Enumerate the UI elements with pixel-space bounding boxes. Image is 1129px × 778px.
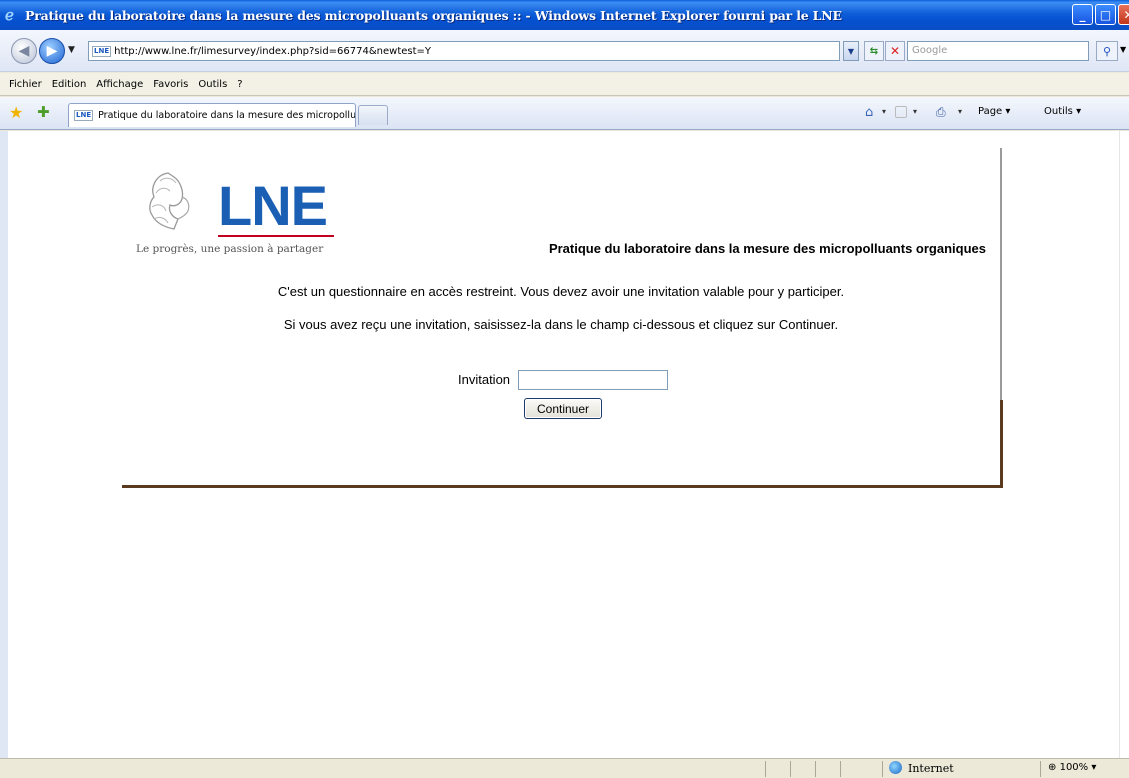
address-url[interactable]: http://www.lne.fr/limesurvey/index.php?s… bbox=[114, 46, 431, 57]
address-bar[interactable]: LNE http://www.lne.fr/limesurvey/index.p… bbox=[88, 41, 840, 61]
zoom-level[interactable]: ⊕ 100% ▾ bbox=[1048, 762, 1096, 773]
continue-button[interactable]: Continuer bbox=[524, 398, 602, 419]
print-dropdown-icon[interactable]: ▾ bbox=[958, 107, 962, 116]
window-titlebar: ℯ Pratique du laboratoire dans la mesure… bbox=[0, 0, 1129, 30]
menu-help[interactable]: ? bbox=[232, 79, 247, 90]
chevron-down-icon: ▼ bbox=[847, 46, 855, 56]
survey-title: Pratique du laboratoire dans la mesure d… bbox=[548, 241, 986, 256]
status-divider bbox=[765, 761, 766, 777]
marianne-profile-icon bbox=[149, 172, 190, 230]
logo-underline bbox=[218, 235, 334, 237]
search-button[interactable]: ⚲ bbox=[1096, 41, 1118, 61]
status-divider bbox=[790, 761, 791, 777]
feeds-icon[interactable] bbox=[895, 106, 907, 118]
zoom-icon: ⊕ bbox=[1048, 762, 1057, 773]
instructions-message: Si vous avez reçu une invitation, saisis… bbox=[283, 317, 839, 332]
logo-text: LNE bbox=[218, 174, 328, 237]
status-bar: Internet ⊕ 100% ▾ bbox=[0, 758, 1129, 778]
search-input[interactable]: Google bbox=[907, 41, 1089, 61]
maximize-button[interactable]: □ bbox=[1095, 4, 1116, 25]
internet-globe-icon bbox=[889, 761, 902, 774]
lne-logo: LNE Le progrès, une passion à partager bbox=[136, 163, 356, 263]
minimize-button[interactable]: _ bbox=[1072, 4, 1093, 25]
stop-button[interactable]: ✕ bbox=[885, 41, 905, 61]
card-border-accent bbox=[1000, 400, 1003, 488]
menu-outils[interactable]: Outils bbox=[193, 79, 232, 90]
search-icon: ⚲ bbox=[1102, 44, 1112, 58]
status-divider bbox=[840, 761, 841, 777]
zoom-value: 100% bbox=[1059, 762, 1089, 773]
security-zone[interactable]: Internet bbox=[908, 762, 954, 775]
status-divider bbox=[815, 761, 816, 777]
invitation-label: Invitation bbox=[458, 372, 511, 387]
tab-title: Pratique du laboratoire dans la mesure d… bbox=[98, 110, 356, 121]
tab-active[interactable]: LNE Pratique du laboratoire dans la mesu… bbox=[68, 103, 356, 127]
site-favicon-icon: LNE bbox=[92, 45, 112, 57]
survey-card: LNE Le progrès, une passion à partager P… bbox=[122, 148, 1003, 488]
tools-menu-button[interactable]: Outils ▾ bbox=[1044, 106, 1081, 117]
search-options-icon[interactable]: ▼ bbox=[1120, 45, 1126, 54]
back-arrow-icon: ◀ bbox=[18, 43, 30, 59]
favorites-star-icon[interactable]: ★ bbox=[9, 103, 23, 122]
page-menu-button[interactable]: Page ▾ bbox=[978, 106, 1010, 117]
close-button[interactable]: ✕ bbox=[1118, 4, 1129, 25]
refresh-icon: ⇆ bbox=[869, 45, 879, 57]
window-controls: _ □ ✕ bbox=[1072, 4, 1129, 25]
menu-affichage[interactable]: Affichage bbox=[91, 79, 148, 90]
address-toolbar: ◀ ▶ ▼ LNE http://www.lne.fr/limesurvey/i… bbox=[0, 30, 1129, 72]
history-dropdown-icon[interactable]: ▼ bbox=[68, 45, 75, 55]
tab-favicon-icon: LNE bbox=[74, 110, 94, 121]
logo-tagline: Le progrès, une passion à partager bbox=[136, 243, 324, 255]
ie-logo-icon: ℯ bbox=[5, 6, 14, 24]
menu-edition[interactable]: Edition bbox=[47, 79, 92, 90]
restricted-message: C'est un questionnaire en accès restrein… bbox=[277, 284, 845, 299]
new-tab-button[interactable] bbox=[358, 105, 388, 125]
forward-button[interactable]: ▶ bbox=[39, 38, 65, 64]
zoom-dropdown-icon[interactable]: ▾ bbox=[1091, 762, 1096, 773]
home-dropdown-icon[interactable]: ▾ bbox=[882, 107, 886, 116]
add-favorite-icon[interactable]: ✚ bbox=[37, 103, 50, 121]
forward-arrow-icon: ▶ bbox=[46, 43, 58, 59]
feeds-dropdown-icon[interactable]: ▾ bbox=[913, 107, 917, 116]
home-icon[interactable]: ⌂ bbox=[865, 105, 873, 120]
refresh-button[interactable]: ⇆ bbox=[864, 41, 884, 61]
address-dropdown-button[interactable]: ▼ bbox=[843, 41, 859, 61]
stop-icon: ✕ bbox=[889, 44, 901, 58]
print-icon[interactable]: ⎙ bbox=[936, 105, 946, 120]
invitation-input[interactable] bbox=[518, 370, 668, 390]
menu-favoris[interactable]: Favoris bbox=[148, 79, 193, 90]
back-button[interactable]: ◀ bbox=[11, 38, 37, 64]
vertical-scrollbar[interactable] bbox=[1119, 131, 1129, 758]
status-divider bbox=[882, 761, 883, 777]
status-divider bbox=[1040, 761, 1041, 777]
menu-bar: Fichier Edition Affichage Favoris Outils… bbox=[0, 73, 1129, 96]
menu-fichier[interactable]: Fichier bbox=[4, 79, 47, 90]
tab-bar: ★ ✚ LNE Pratique du laboratoire dans la … bbox=[0, 97, 1129, 130]
window-title: Pratique du laboratoire dans la mesure d… bbox=[25, 7, 842, 23]
